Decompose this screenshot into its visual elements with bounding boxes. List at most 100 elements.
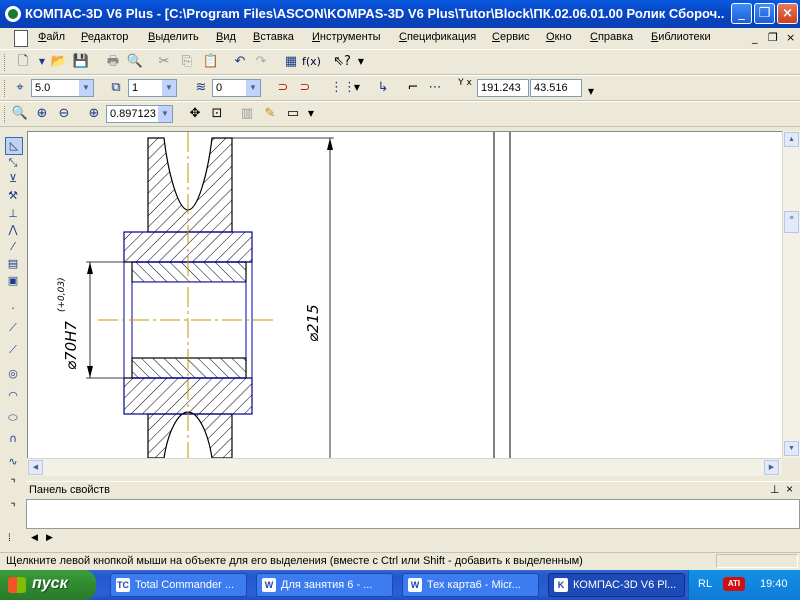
task-kompas[interactable]: K КОМПАС-3D V6 Pl... xyxy=(548,573,685,597)
print-icon[interactable]: 🖶 xyxy=(104,53,122,71)
menu-libraries[interactable]: Библиотеки xyxy=(651,31,711,43)
ellipse-icon[interactable]: ⬭ xyxy=(5,410,21,426)
pan-icon[interactable]: ✥ xyxy=(186,105,204,123)
layer-combo[interactable]: 1 ▼ xyxy=(128,79,177,97)
start-button[interactable]: пуск xyxy=(0,570,96,600)
dimensions-icon[interactable]: ⤡ xyxy=(5,155,21,171)
language-indicator[interactable]: RL xyxy=(698,578,712,590)
bore-dimension-text[interactable]: ⌀70H7 xyxy=(62,321,80,370)
open-folder-icon[interactable]: 📂 xyxy=(50,53,68,71)
curve-icon[interactable]: ∿ xyxy=(5,454,21,470)
grid-dropdown-icon[interactable]: ▼ xyxy=(348,79,366,97)
local-snap-icon[interactable]: ⊃ xyxy=(296,79,314,97)
segment-icon[interactable]: ⟋ xyxy=(5,342,21,358)
menu-tools[interactable]: Инструменты xyxy=(312,31,381,43)
symbols-icon[interactable]: ⊻ xyxy=(5,171,21,187)
zoom-combo[interactable]: 0.897123 ▼ xyxy=(106,105,173,123)
copy-icon[interactable]: ⎘ xyxy=(178,53,196,71)
close-button[interactable]: × xyxy=(777,3,798,24)
scroll-left-icon[interactable]: ◀ xyxy=(28,460,43,475)
save-icon[interactable]: 💾 xyxy=(72,53,90,71)
menu-insert[interactable]: Вставка xyxy=(253,31,294,43)
layer-icon[interactable]: ⧉ xyxy=(107,79,125,97)
parametrization-icon[interactable]: ⊥ xyxy=(5,206,21,222)
grid-icon[interactable]: ⋮⋮ xyxy=(330,79,356,97)
outer-dimension-text[interactable]: ⌀215 xyxy=(304,304,322,342)
fillet-icon[interactable]: ⌝ xyxy=(5,500,21,516)
scroll-thumb-vertical[interactable]: ≡ xyxy=(784,211,799,233)
scroll-down-icon[interactable]: ▼ xyxy=(784,441,799,456)
task-total-commander[interactable]: TC Total Commander ... xyxy=(110,573,247,597)
print-preview-icon[interactable]: 🔍 xyxy=(126,53,144,71)
spec-icon[interactable]: ▤ xyxy=(5,256,21,272)
menu-specification[interactable]: Спецификация xyxy=(399,31,476,43)
measure-icon[interactable]: ⋀ xyxy=(5,222,21,238)
brush-icon[interactable]: ✎ xyxy=(261,105,279,123)
paste-icon[interactable]: 📋 xyxy=(202,53,220,71)
editing-icon[interactable]: ⚒ xyxy=(5,188,21,204)
circle-icon[interactable]: ◎ xyxy=(5,366,21,382)
chevron-down-icon[interactable]: ▼ xyxy=(79,80,93,96)
display-dropdown-icon[interactable]: ▼ xyxy=(302,105,320,123)
menu-editor[interactable]: Редактор xyxy=(81,31,128,43)
cut-icon[interactable]: ✂ xyxy=(155,53,173,71)
horizontal-scrollbar[interactable]: ◀ ▶ xyxy=(27,458,782,476)
redo-icon[interactable]: ↷ xyxy=(252,53,270,71)
chevron-down-icon[interactable]: ▼ xyxy=(162,80,176,96)
snap-magnet-icon[interactable]: ⊃ xyxy=(274,79,292,97)
chevron-down-icon[interactable]: ▼ xyxy=(246,80,260,96)
task-word-1[interactable]: W Для занятия 6 - ... xyxy=(256,573,393,597)
menu-view[interactable]: Вид xyxy=(216,31,236,43)
nav-right-icon[interactable]: ▶ xyxy=(46,532,53,543)
coords-dropdown-icon[interactable]: ▼ xyxy=(582,83,600,101)
menu-service[interactable]: Сервис xyxy=(492,31,530,43)
menu-window[interactable]: Окно xyxy=(546,31,572,43)
zoom-out-icon[interactable]: ⊖ xyxy=(55,105,73,123)
select-icon[interactable]: ⁄ xyxy=(5,239,21,255)
dropdown-arrow-icon[interactable]: ▼ xyxy=(33,53,51,71)
clock[interactable]: 19:40 xyxy=(760,578,788,590)
undo-icon[interactable]: ↶ xyxy=(231,53,249,71)
restore-button[interactable]: ❐ xyxy=(754,3,775,24)
mdi-minimize-icon[interactable]: _ xyxy=(752,31,758,44)
mdi-close-icon[interactable]: × xyxy=(786,31,795,44)
chevron-down-icon[interactable]: ▼ xyxy=(158,106,172,122)
style-combo[interactable]: 0 ▼ xyxy=(212,79,261,97)
point-icon[interactable]: · xyxy=(5,301,21,317)
scroll-up-icon[interactable]: ▲ xyxy=(784,132,799,147)
arc-icon[interactable]: ◠ xyxy=(5,388,21,404)
mdi-restore-icon[interactable]: ❐ xyxy=(768,31,778,44)
ati-tray-icon[interactable]: ATI xyxy=(723,577,745,591)
cursor-step-icon[interactable]: ⌖ xyxy=(11,79,29,97)
menu-file[interactable]: Файл xyxy=(38,31,65,43)
display-icon[interactable]: ▭ xyxy=(284,105,302,123)
x-coordinate-field[interactable]: 191.243 xyxy=(477,79,529,97)
scroll-right-icon[interactable]: ▶ xyxy=(764,460,779,475)
nav-left-icon[interactable]: ◀ xyxy=(31,532,38,543)
task-word-2[interactable]: W Тех карта6 - Micr... xyxy=(402,573,539,597)
step-combo[interactable]: 5.0 ▼ xyxy=(31,79,94,97)
title-bar[interactable]: КОМПАС-3D V6 Plus - [C:\Program Files\AS… xyxy=(0,0,800,28)
document-icon[interactable] xyxy=(14,30,28,47)
menu-select[interactable]: Выделить xyxy=(148,31,199,43)
function-icon[interactable]: f(x) xyxy=(302,53,321,71)
local-cs-icon[interactable]: ↳ xyxy=(374,79,392,97)
bore-tolerance-text[interactable]: (+0,03) xyxy=(57,277,67,312)
toolbar-grip[interactable] xyxy=(4,80,8,97)
reports-icon[interactable]: ▣ xyxy=(5,273,21,289)
panel-close-icon[interactable]: × xyxy=(786,482,793,496)
refresh-icon[interactable]: ▥ xyxy=(238,105,256,123)
geometry-icon[interactable]: ◺ xyxy=(5,137,23,155)
panel-grip-icon[interactable]: ⁞ xyxy=(8,533,11,544)
help-dropdown-icon[interactable]: ▼ xyxy=(352,53,370,71)
toolbar-grip[interactable] xyxy=(4,106,8,123)
toolbar-grip[interactable] xyxy=(4,54,8,71)
menu-help[interactable]: Справка xyxy=(590,31,633,43)
style-icon[interactable]: ≋ xyxy=(192,79,210,97)
round-coords-icon[interactable]: ⋯ xyxy=(426,79,444,97)
new-file-icon[interactable]: 🗋 xyxy=(14,53,32,71)
zoom-window-icon[interactable]: 🔍 xyxy=(11,105,29,123)
kompas-app-icon[interactable] xyxy=(5,6,21,22)
drawing-canvas[interactable]: ⌀70H7 (+0,03) ⌀215 xyxy=(27,131,783,459)
manager-icon[interactable]: ▦ xyxy=(282,53,300,71)
